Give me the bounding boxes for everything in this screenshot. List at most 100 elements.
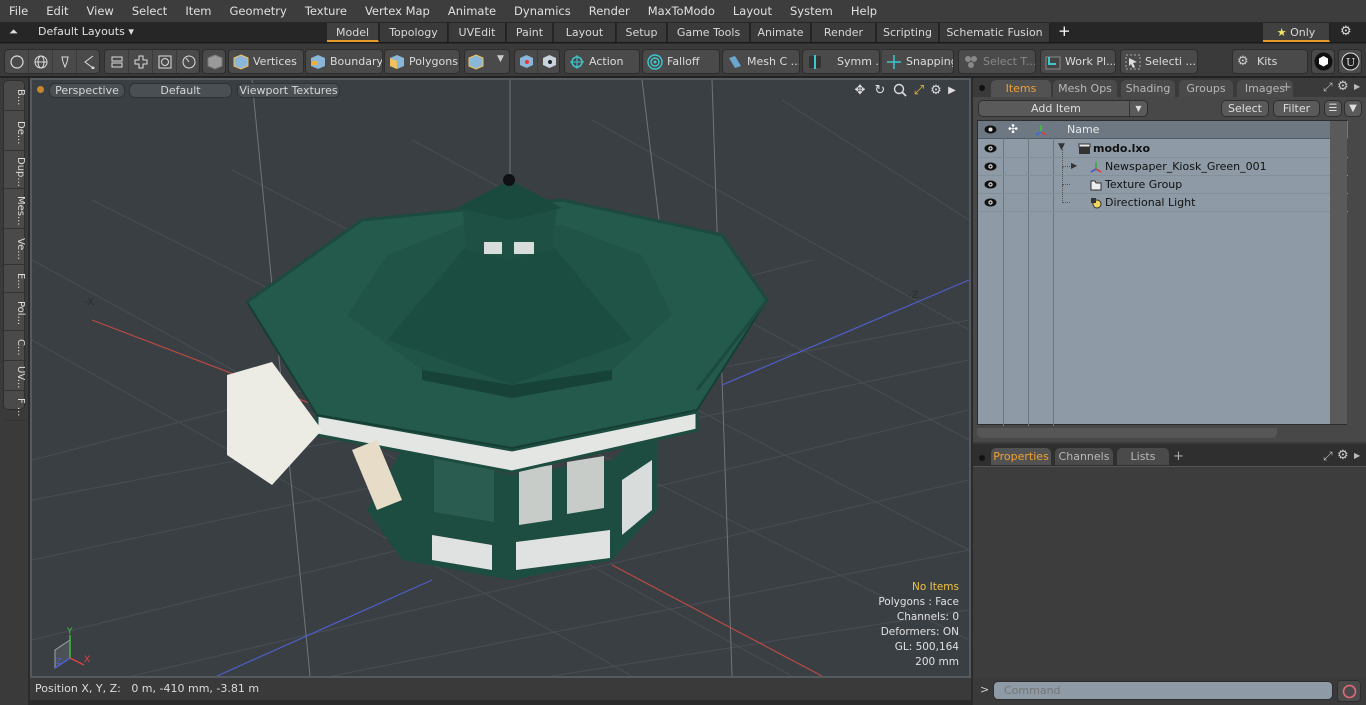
left-tab-6[interactable]: Pol... [4,293,26,331]
snapping-button[interactable]: Snapping [882,49,954,74]
properties-settings-icon[interactable]: ⚙ [1337,448,1349,463]
properties-menu-dot[interactable] [979,455,985,461]
default-shading-button[interactable]: Default [129,83,232,98]
perspective-button[interactable]: Perspective [49,83,125,98]
viewport-scene[interactable]: -X -Z Y X Z [32,80,969,676]
visibility-eye-icon[interactable] [984,143,997,154]
pan-icon[interactable]: ✥ [852,83,868,99]
dial-icon[interactable] [177,50,201,73]
menu-edit[interactable]: Edit [37,0,77,22]
add-tab-icon[interactable]: + [1281,80,1292,95]
mesh-constraints-button[interactable]: Mesh C ... [722,49,800,74]
select-through-button[interactable]: Select T... [958,49,1036,74]
menu-layout[interactable]: Layout [724,0,781,22]
rotate-icon[interactable]: ↻ [872,83,888,99]
command-input[interactable] [993,681,1333,700]
menu-texture[interactable]: Texture [296,0,356,22]
layout-tab-schematic-fusion[interactable]: Schematic Fusion [940,23,1050,42]
align-icon[interactable] [105,50,129,73]
layout-tab-game-tools[interactable]: Game Tools [668,23,750,42]
menu-geometry[interactable]: Geometry [221,0,296,22]
item-list-scrollbar[interactable] [1330,121,1347,424]
panel-more-icon[interactable]: ▶ [1354,82,1360,91]
items-tab-shading[interactable]: Shading [1121,80,1175,97]
layout-tab-animate[interactable]: Animate [751,23,811,42]
newspaper-kiosk-model[interactable] [227,174,769,580]
boundary-button[interactable]: Boundary [305,49,383,74]
items-tab-groups[interactable]: Groups [1179,80,1233,97]
menu-dynamics[interactable]: Dynamics [505,0,580,22]
grid-cross-icon[interactable] [129,50,153,73]
item-row[interactable]: Texture Group [978,167,1348,194]
menu-select[interactable]: Select [123,0,176,22]
properties-tab-properties[interactable]: Properties [991,448,1051,465]
local-transform-icon[interactable] [538,50,561,73]
falloff-button[interactable]: Falloff [642,49,720,74]
properties-more-icon[interactable]: ▶ [1354,451,1360,460]
only-toggle[interactable]: ★ Only [1263,23,1330,42]
pen-tool-icon[interactable] [53,50,77,73]
items-tab-items[interactable]: Items [991,80,1051,97]
visibility-eye-icon[interactable] [984,197,997,208]
left-tab-0[interactable]: B... [4,81,26,111]
menu-view[interactable]: View [78,0,123,22]
expand-triangle-icon[interactable]: ▶ [1071,161,1077,170]
record-button[interactable] [1337,680,1361,702]
menu-maxtomodo[interactable]: MaxToModo [639,0,724,22]
menu-item[interactable]: Item [176,0,220,22]
vertices-button[interactable]: Vertices [228,49,304,74]
left-tab-5[interactable]: E... [4,265,26,293]
item-row[interactable]: ▶ Newspaper_Kiosk_Green_001 [978,149,1348,176]
polygons-button[interactable]: Polygons [384,49,460,74]
item-mode-dropdown[interactable]: ▼ [464,49,510,74]
layout-tab-scripting[interactable]: Scripting [877,23,939,42]
layout-tab-setup[interactable]: Setup [617,23,667,42]
funnel-icon[interactable]: ▼ [1344,100,1362,117]
filter-button[interactable]: Filter [1273,100,1320,117]
default-layouts-dropdown[interactable]: Default Layouts ▾ [38,25,134,38]
menu-file[interactable]: File [0,0,37,22]
horizontal-scrollbar[interactable] [977,428,1277,438]
unreal-button[interactable]: U [1338,49,1362,74]
unity-button[interactable] [1311,49,1335,74]
add-layout-tab-icon[interactable]: + [1058,22,1071,40]
menu-system[interactable]: System [781,0,842,22]
left-tab-3[interactable]: Mes... [4,189,26,229]
gear-icon[interactable]: ⚙ [1340,24,1352,39]
solid-cube-button[interactable] [202,49,226,74]
properties-tab-lists[interactable]: Lists [1117,448,1169,465]
layout-tab-layout[interactable]: Layout [554,23,616,42]
layout-tab-paint[interactable]: Paint [507,23,553,42]
visibility-eye-icon[interactable] [984,161,997,172]
collapse-icon[interactable]: ⏶ [9,25,18,39]
maximize-icon[interactable]: ⤢ [911,83,927,99]
world-transform-icon[interactable] [515,50,538,73]
add-item-button[interactable]: Add Item ▼ [978,100,1148,117]
menu-help[interactable]: Help [842,0,886,22]
3d-viewport[interactable]: -X -Z Y X Z Perspective Default Viewport… [30,78,971,678]
layout-tab-topology[interactable]: Topology [380,23,448,42]
select-button[interactable]: Select [1221,100,1269,117]
layout-tab-uvedit[interactable]: UVEdit [449,23,506,42]
frame-icon[interactable] [153,50,177,73]
items-tab-mesh-ops[interactable]: Mesh Ops [1053,80,1117,97]
left-tab-2[interactable]: Dup... [4,151,26,189]
item-row[interactable]: ▼ modo.lxo [978,140,1348,158]
selection-sets-button[interactable]: Selecti ... [1120,49,1198,74]
menu-render[interactable]: Render [580,0,639,22]
panel-settings-icon[interactable]: ⚙ [1337,79,1349,94]
menu-animate[interactable]: Animate [439,0,505,22]
panel-menu-dot[interactable] [979,85,985,91]
layout-tab-model[interactable]: Model [327,23,379,42]
viewport-menu-dot[interactable] [37,86,44,93]
sphere-tool-icon[interactable] [29,50,53,73]
left-tab-8[interactable]: UV... [4,361,26,391]
expand-panel-icon[interactable]: ⤢ [1323,80,1333,95]
left-tab-1[interactable]: De... [4,111,26,151]
kits-button[interactable]: ⚙ Kits [1232,49,1308,74]
viewport-more-icon[interactable]: ▶ [944,83,960,99]
left-tab-7[interactable]: C... [4,331,26,361]
properties-tab-channels[interactable]: Channels [1055,448,1113,465]
left-tab-4[interactable]: Ve... [4,229,26,265]
viewport-textures-button[interactable]: Viewport Textures [237,83,340,98]
